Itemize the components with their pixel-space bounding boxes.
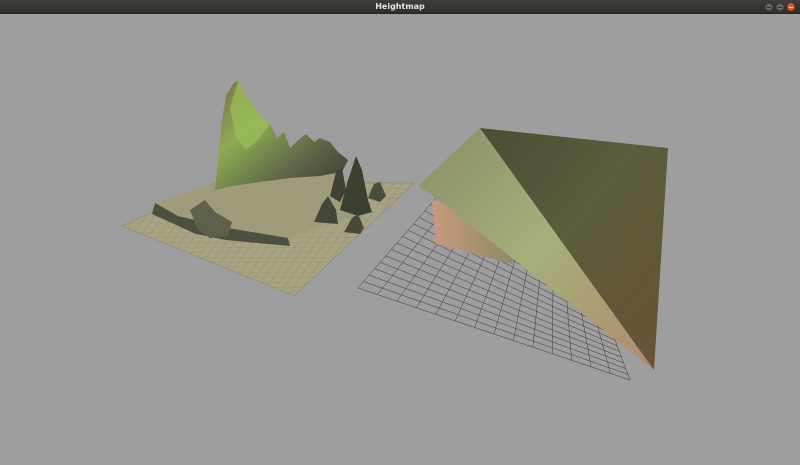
app-window: Heightmap <box>0 0 800 465</box>
minimize-icon[interactable] <box>765 3 773 11</box>
scene <box>121 80 668 381</box>
maximize-icon[interactable] <box>776 3 784 11</box>
window-title: Heightmap <box>375 2 425 11</box>
title-bar[interactable]: Heightmap <box>0 0 800 14</box>
window-controls <box>765 3 795 11</box>
3d-viewport[interactable] <box>0 14 800 465</box>
close-icon[interactable] <box>787 3 795 11</box>
